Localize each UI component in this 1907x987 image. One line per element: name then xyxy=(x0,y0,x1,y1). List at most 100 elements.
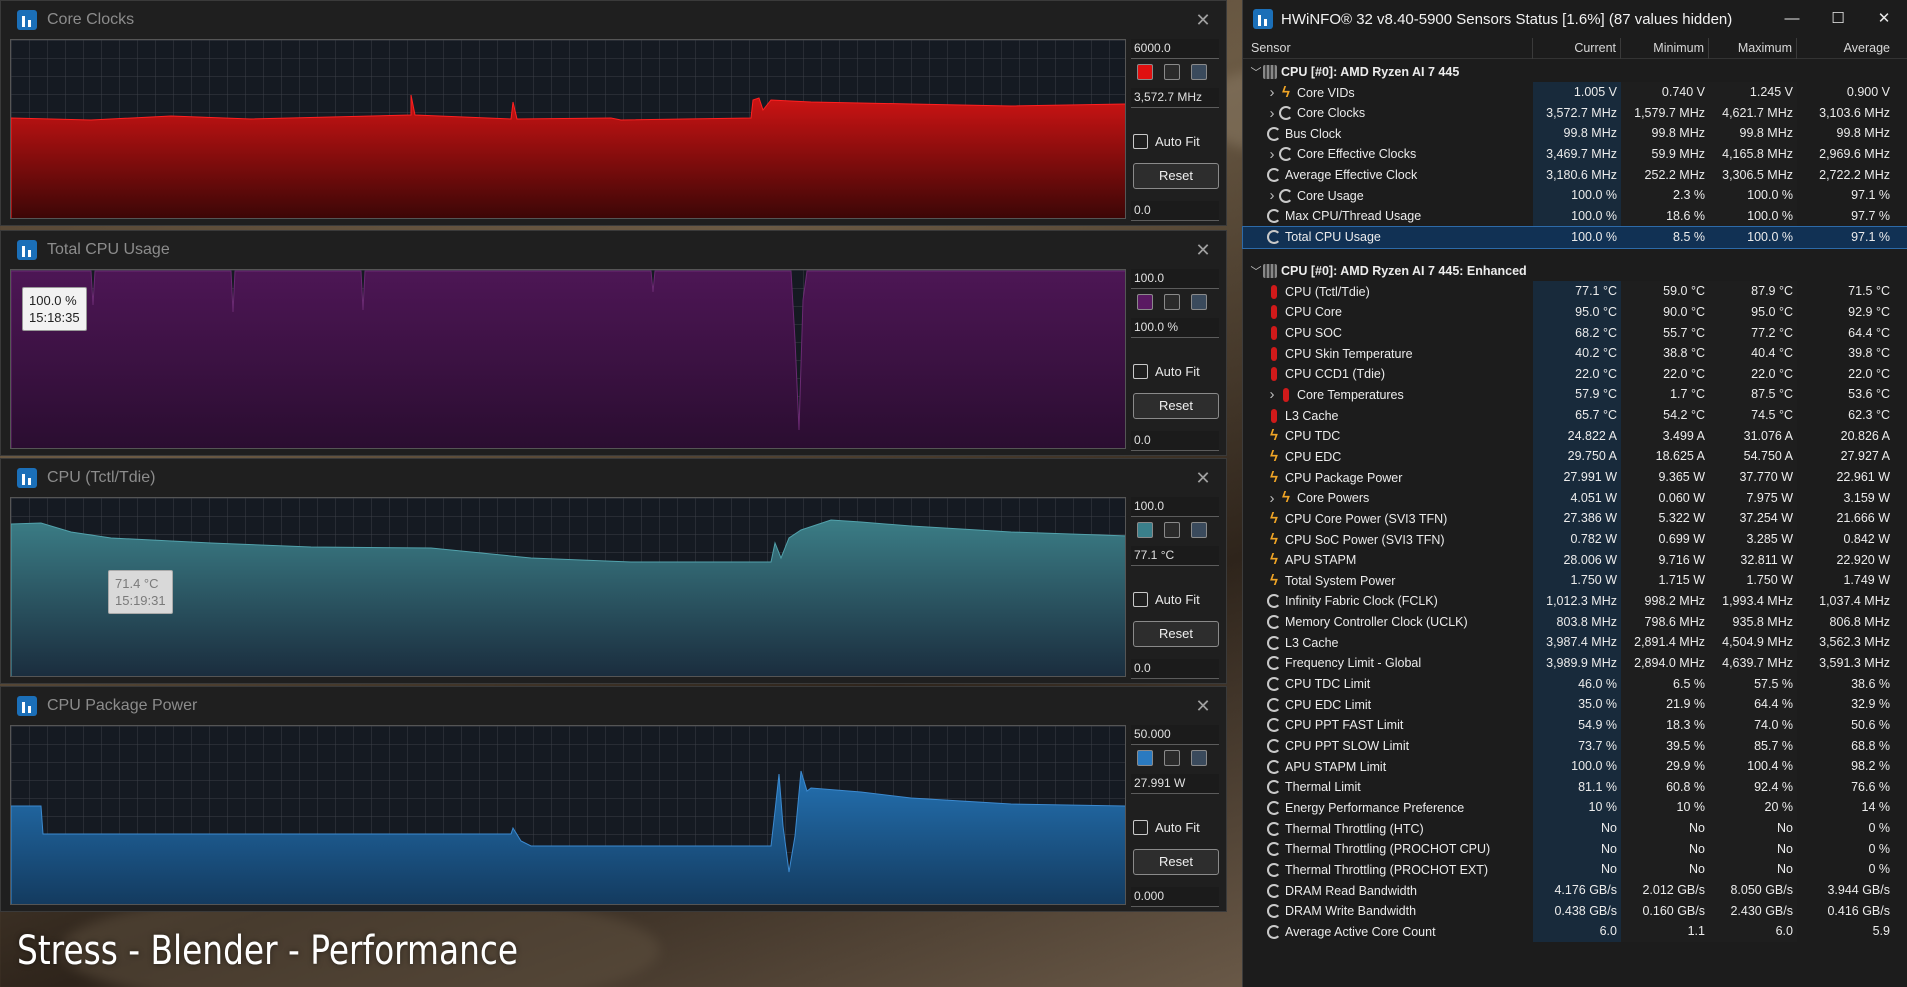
sensor-row[interactable]: Average Effective Clock 3,180.6 MHz 252.2 … xyxy=(1243,164,1907,186)
graph-titlebar[interactable]: CPU Package Power ✕ xyxy=(1,687,1226,725)
sensor-row[interactable]: Average Active Core Count 6.0 1.1 6.0 5.9 xyxy=(1243,921,1907,943)
sensor-row[interactable]: CPU PPT SLOW Limit 73.7 % 39.5 % 85.7 % 68.8… xyxy=(1243,735,1907,757)
autofit-checkbox[interactable]: Auto Fit xyxy=(1133,364,1200,379)
sensor-row[interactable]: › Core Temperatures 57.9 °C 1.7 °C 87.5 °C 53… xyxy=(1243,384,1907,406)
sensor-row[interactable]: DRAM Read Bandwidth 4.176 GB/s 2.012 GB/s 8… xyxy=(1243,880,1907,902)
checkbox-icon[interactable] xyxy=(1133,592,1148,607)
chevron-right-icon[interactable]: › xyxy=(1265,386,1279,403)
sensor-row[interactable]: ϟ CPU Package Power 27.991 W 9.365 W 37.770 … xyxy=(1243,467,1907,489)
reset-button[interactable]: Reset xyxy=(1133,849,1219,875)
chevron-right-icon[interactable]: › xyxy=(1265,105,1279,122)
sensor-row[interactable]: L3 Cache 65.7 °C 54.2 °C 74.5 °C 62.3 °C xyxy=(1243,405,1907,427)
minimize-icon[interactable]: — xyxy=(1769,0,1815,38)
sensor-row[interactable]: CPU PPT FAST Limit 54.9 % 18.3 % 74.0 % 50.6… xyxy=(1243,714,1907,736)
checkbox-icon[interactable] xyxy=(1133,134,1148,149)
graph-max-value[interactable]: 6000.0 xyxy=(1131,39,1219,59)
sensor-row[interactable]: CPU Core 95.0 °C 90.0 °C 95.0 °C 92.9 °C xyxy=(1243,301,1907,323)
graph-min-value[interactable]: 0.0 xyxy=(1131,201,1219,221)
column-header-current[interactable]: Current xyxy=(1533,38,1621,59)
sensor-row[interactable]: Total CPU Usage 100.0 % 8.5 % 100.0 % 97.1 % xyxy=(1242,225,1907,249)
column-header-minimum[interactable]: Minimum xyxy=(1621,38,1709,59)
graph-window-total-cpu-usage[interactable]: Total CPU Usage ✕ 100.0 % 15:18:35 100.0… xyxy=(0,230,1227,456)
autofit-checkbox[interactable]: Auto Fit xyxy=(1133,820,1200,835)
sensor-row[interactable]: Thermal Limit 81.1 % 60.8 % 92.4 % 76.6 % xyxy=(1243,776,1907,798)
color-swatch-line[interactable] xyxy=(1164,294,1180,310)
sensor-status-window[interactable]: HWiNFO® 32 v8.40-5900 Sensors Status [1.… xyxy=(1242,0,1907,987)
sensor-group-row[interactable]: ﹀ CPU [#0]: AMD Ryzen AI 7 445: Enhanced xyxy=(1243,260,1907,281)
graph-titlebar[interactable]: Core Clocks ✕ xyxy=(1,1,1226,39)
color-swatch-background[interactable] xyxy=(1191,522,1207,538)
maximize-icon[interactable]: ☐ xyxy=(1815,0,1861,38)
graph-window-cpu-temperature[interactable]: CPU (Tctl/Tdie) ✕ 71.4 °C 15:19:31 100.0… xyxy=(0,458,1227,684)
sensor-row[interactable]: Infinity Fabric Clock (FCLK) 1,012.3 MHz 9… xyxy=(1243,590,1907,612)
sensor-row[interactable]: Energy Performance Preference 10 % 10 % 20 … xyxy=(1243,797,1907,819)
chevron-right-icon[interactable]: › xyxy=(1265,490,1279,507)
chevron-right-icon[interactable]: › xyxy=(1265,84,1279,101)
close-icon[interactable]: ✕ xyxy=(1190,7,1216,33)
sensor-row[interactable]: CPU SOC 68.2 °C 55.7 °C 77.2 °C 64.4 °C xyxy=(1243,322,1907,344)
graph-max-value[interactable]: 100.0 xyxy=(1131,269,1219,289)
sensor-row[interactable]: Bus Clock 99.8 MHz 99.8 MHz 99.8 MHz 99.8 MH… xyxy=(1243,123,1907,145)
autofit-checkbox[interactable]: Auto Fit xyxy=(1133,592,1200,607)
sensor-row[interactable]: CPU Skin Temperature 40.2 °C 38.8 °C 40.4 °… xyxy=(1243,343,1907,365)
sensor-row[interactable]: Memory Controller Clock (UCLK) 803.8 MHz 7… xyxy=(1243,611,1907,633)
checkbox-icon[interactable] xyxy=(1133,820,1148,835)
color-swatch-fill[interactable] xyxy=(1137,750,1153,766)
column-header-maximum[interactable]: Maximum xyxy=(1709,38,1797,59)
sensor-row[interactable]: Thermal Throttling (HTC) No No No 0 % xyxy=(1243,818,1907,840)
chevron-right-icon[interactable]: › xyxy=(1265,146,1279,163)
sensor-row[interactable]: ϟ CPU Core Power (SVI3 TFN) 27.386 W 5.322 … xyxy=(1243,508,1907,530)
sensor-row[interactable]: › Core Effective Clocks 3,469.7 MHz 59.9 MH… xyxy=(1243,143,1907,165)
graph-window-cpu-package-power[interactable]: CPU Package Power ✕ 50.000 27.991 W Auto… xyxy=(0,686,1227,912)
graph-window-core-clocks[interactable]: Core Clocks ✕ 6000.0 3,572.7 MHz Auto Fi… xyxy=(0,0,1227,226)
graph-max-value[interactable]: 50.000 xyxy=(1131,725,1219,745)
sensor-row[interactable]: › Core Clocks 3,572.7 MHz 1,579.7 MHz 4,621.… xyxy=(1243,102,1907,124)
chevron-right-icon[interactable]: › xyxy=(1265,187,1279,204)
sensor-row[interactable]: ϟ Total System Power 1.750 W 1.715 W 1.750 W… xyxy=(1243,570,1907,592)
sensor-row[interactable]: › ϟ Core Powers 4.051 W 0.060 W 7.975 W 3.159 … xyxy=(1243,487,1907,509)
sensor-row[interactable]: CPU CCD1 (Tdie) 22.0 °C 22.0 °C 22.0 °C 22.0… xyxy=(1243,363,1907,385)
sensor-row[interactable]: ϟ CPU SoC Power (SVI3 TFN) 0.782 W 0.699 W3… xyxy=(1243,529,1907,550)
color-swatch-fill[interactable] xyxy=(1137,522,1153,538)
sensor-row[interactable]: ϟ CPU TDC 24.822 A 3.499 A 31.076 A 20.826 A xyxy=(1243,425,1907,447)
autofit-checkbox[interactable]: Auto Fit xyxy=(1133,134,1200,149)
close-icon[interactable]: ✕ xyxy=(1190,693,1216,719)
column-header-sensor[interactable]: Sensor xyxy=(1243,38,1533,59)
color-swatch-fill[interactable] xyxy=(1137,294,1153,310)
sensor-row[interactable]: ϟ CPU EDC 29.750 A 18.625 A 54.750 A 27.927 A xyxy=(1243,446,1907,468)
graph-min-value[interactable]: 0.0 xyxy=(1131,659,1219,679)
color-swatch-line[interactable] xyxy=(1164,750,1180,766)
color-swatch-fill[interactable] xyxy=(1137,64,1153,80)
reset-button[interactable]: Reset xyxy=(1133,163,1219,189)
color-swatch-line[interactable] xyxy=(1164,522,1180,538)
sensor-row[interactable]: L3 Cache 3,987.4 MHz 2,891.4 MHz 4,504.9 MH… xyxy=(1243,632,1907,654)
sensor-row[interactable]: › Core Usage 100.0 % 2.3 % 100.0 % 97.1 % xyxy=(1243,185,1907,207)
sensor-row[interactable]: Max CPU/Thread Usage 100.0 % 18.6 % 100.0 %… xyxy=(1243,205,1907,227)
sensor-row[interactable]: ϟ APU STAPM 28.006 W 9.716 W 32.811 W 22.920 … xyxy=(1243,549,1907,571)
color-swatch-background[interactable] xyxy=(1191,64,1207,80)
graph-titlebar[interactable]: CPU (Tctl/Tdie) ✕ xyxy=(1,459,1226,497)
graph-min-value[interactable]: 0.0 xyxy=(1131,431,1219,451)
window-titlebar[interactable]: HWiNFO® 32 v8.40-5900 Sensors Status [1.… xyxy=(1243,0,1907,38)
color-swatch-line[interactable] xyxy=(1164,64,1180,80)
sensor-row[interactable]: APU STAPM Limit 100.0 % 29.9 % 100.4 % 98.2 … xyxy=(1243,756,1907,778)
sensor-row[interactable]: CPU EDC Limit 35.0 % 21.9 % 64.4 % 32.9 % xyxy=(1243,694,1907,716)
column-header-average[interactable]: Average xyxy=(1797,38,1894,59)
graph-titlebar[interactable]: Total CPU Usage ✕ xyxy=(1,231,1226,269)
sensor-row[interactable]: Frequency Limit - Global 3,989.9 MHz 2,894… xyxy=(1243,652,1907,674)
sensor-row[interactable]: › ϟ Core VIDs 1.005 V 0.740 V 1.245 V 0.900 V xyxy=(1243,82,1907,103)
reset-button[interactable]: Reset xyxy=(1133,621,1219,647)
reset-button[interactable]: Reset xyxy=(1133,393,1219,419)
close-icon[interactable]: ✕ xyxy=(1190,465,1216,491)
sensor-row[interactable]: DRAM Write Bandwidth 0.438 GB/s 0.160 GB/s… xyxy=(1243,900,1907,922)
sensor-row[interactable]: Thermal Throttling (PROCHOT EXT) No No No 0 … xyxy=(1243,859,1907,881)
sensor-group-row[interactable]: ﹀ CPU [#0]: AMD Ryzen AI 7 445 xyxy=(1243,61,1907,82)
chevron-down-icon[interactable]: ﹀ xyxy=(1249,64,1263,80)
color-swatch-background[interactable] xyxy=(1191,750,1207,766)
chevron-down-icon[interactable]: ﹀ xyxy=(1249,263,1263,279)
sensor-row[interactable]: CPU (Tctl/Tdie) 77.1 °C 59.0 °C 87.9 °C 71.5… xyxy=(1243,281,1907,303)
close-icon[interactable]: ✕ xyxy=(1861,0,1907,38)
color-swatch-background[interactable] xyxy=(1191,294,1207,310)
graph-max-value[interactable]: 100.0 xyxy=(1131,497,1219,517)
close-icon[interactable]: ✕ xyxy=(1190,237,1216,263)
